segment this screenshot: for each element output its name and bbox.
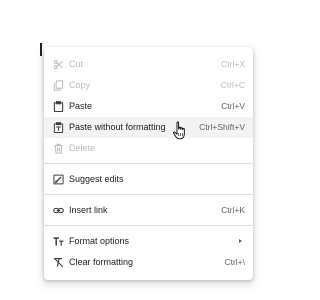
copy-icon (53, 80, 64, 91)
menu-item-insert-link[interactable]: Insert link Ctrl+K (44, 200, 253, 221)
menu-item-label: Copy (69, 80, 91, 90)
menu-item-label: Paste without formatting (69, 122, 166, 132)
context-menu: Cut Ctrl+X Copy Ctrl+C Paste Ctrl+V Past… (44, 47, 253, 280)
menu-item-cut[interactable]: Cut Ctrl+X (44, 54, 253, 75)
menu-item-label: Delete (69, 143, 96, 153)
menu-divider (44, 163, 253, 164)
menu-item-label: Suggest edits (69, 174, 124, 184)
text-cursor (40, 43, 42, 56)
menu-item-label: Insert link (69, 205, 108, 215)
clipboard-icon (53, 101, 64, 112)
menu-item-format-options[interactable]: Format options (44, 231, 253, 252)
shortcut-label: Ctrl+C (220, 80, 245, 90)
link-icon (53, 205, 64, 216)
hand-pointer-cursor-icon (172, 121, 188, 141)
menu-item-clear-formatting[interactable]: Clear formatting Ctrl+\ (44, 252, 253, 273)
document-canvas[interactable]: Cut Ctrl+X Copy Ctrl+C Paste Ctrl+V Past… (0, 0, 273, 300)
shortcut-label: Ctrl+K (221, 205, 245, 215)
format-options-icon (53, 236, 64, 247)
menu-item-paste-without-formatting[interactable]: Paste without formatting Ctrl+Shift+V (44, 117, 253, 138)
paste-plain-icon (53, 122, 64, 133)
menu-item-label: Format options (69, 236, 130, 246)
shortcut-label: Ctrl+X (221, 59, 245, 69)
menu-item-copy[interactable]: Copy Ctrl+C (44, 75, 253, 96)
menu-item-paste[interactable]: Paste Ctrl+V (44, 96, 253, 117)
menu-item-label: Cut (69, 59, 84, 69)
menu-item-delete[interactable]: Delete (44, 138, 253, 159)
shortcut-label: Ctrl+\ (224, 257, 245, 267)
clear-formatting-icon (53, 257, 64, 268)
menu-item-label: Clear formatting (69, 257, 134, 267)
shortcut-label: Ctrl+V (221, 101, 245, 111)
menu-divider (44, 225, 253, 226)
menu-item-label: Paste (69, 101, 93, 111)
suggest-edits-icon (53, 174, 64, 185)
menu-item-suggest-edits[interactable]: Suggest edits (44, 169, 253, 190)
scissors-icon (53, 59, 64, 70)
submenu-arrow-icon (239, 239, 242, 243)
trash-icon (53, 143, 64, 154)
menu-divider (44, 194, 253, 195)
shortcut-label: Ctrl+Shift+V (199, 122, 245, 132)
